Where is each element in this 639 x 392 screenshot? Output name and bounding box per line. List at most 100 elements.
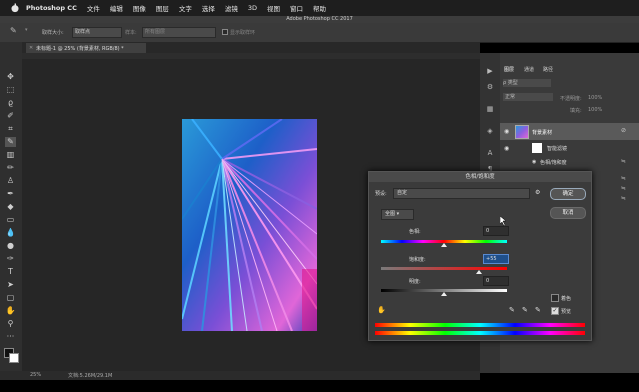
menu-file[interactable]: 文件 <box>87 3 100 13</box>
filter-options-icon[interactable]: ≒ <box>621 185 626 192</box>
crop-tool-icon[interactable]: ⌗ <box>5 124 16 134</box>
hue-label: 色相: <box>409 229 421 235</box>
ok-button[interactable]: 确定 <box>550 188 586 200</box>
tab-paths[interactable]: 路径 <box>543 66 553 73</box>
more-tools-icon[interactable]: ··· <box>5 332 16 342</box>
sample-size-label: 取样大小: <box>42 30 64 36</box>
filter-options-icon[interactable]: ≒ <box>621 158 626 165</box>
hue-input[interactable]: 0 <box>483 226 509 236</box>
document-tab-label: 未标题-1 @ 25% (背景素材, RGB/8) * <box>36 46 124 52</box>
colorize-label: 着色 <box>561 296 572 302</box>
status-bar: 25% 文档:5.26M/29.1M <box>0 371 480 380</box>
character-icon[interactable]: A <box>485 149 495 158</box>
stamp-tool-icon[interactable]: ♙ <box>5 176 16 186</box>
layer-name[interactable]: 智能滤镜 <box>547 145 567 152</box>
saturation-slider-thumb[interactable] <box>476 270 483 274</box>
layer-thumbnail <box>515 125 529 139</box>
eraser-tool-icon[interactable]: ◆ <box>5 202 16 212</box>
menu-edit[interactable]: 编辑 <box>110 3 123 13</box>
hue-slider-thumb[interactable] <box>441 243 447 247</box>
saturation-slider-track[interactable] <box>381 267 507 270</box>
eyedropper-icon[interactable]: ✎ <box>509 306 515 314</box>
visibility-eye-icon[interactable]: ◉ <box>504 128 509 135</box>
3d-icon[interactable]: ◈ <box>485 127 495 136</box>
cancel-button[interactable]: 取消 <box>550 207 586 219</box>
apple-icon[interactable] <box>10 3 20 13</box>
eyedropper-add-icon[interactable]: ✎ <box>522 306 528 314</box>
opacity-value[interactable]: 100% <box>588 95 602 101</box>
targeted-adjustment-hand-icon[interactable]: ✋ <box>377 306 386 314</box>
shape-tool-icon[interactable]: ▢ <box>5 293 16 303</box>
eyedropper-icon[interactable]: ✎ <box>10 26 17 35</box>
sample-size-select[interactable]: 取样点 <box>72 27 122 38</box>
saturation-input[interactable]: +55 <box>483 254 509 264</box>
options-bar: ✎ ▾ 取样大小: 取样点 样本: 所有图层 显示取样环 <box>0 23 639 43</box>
pen-tool-icon[interactable]: ✑ <box>5 254 16 264</box>
menu-select[interactable]: 选择 <box>202 3 215 13</box>
menu-image[interactable]: 图像 <box>133 3 146 13</box>
eyedropper-tool-icon[interactable]: ✎ <box>5 137 16 147</box>
lasso-tool-icon[interactable]: ϱ <box>5 98 16 108</box>
tool-preset-dropdown-icon[interactable]: ▾ <box>25 27 28 33</box>
adjust-icon[interactable]: ▦ <box>485 105 495 114</box>
fill-label: 填充: <box>570 108 582 114</box>
blur-tool-icon[interactable]: 💧 <box>5 228 16 238</box>
filter-options-icon[interactable]: ≒ <box>621 175 626 182</box>
brush-tool-icon[interactable]: ✏ <box>5 163 16 173</box>
show-ring-checkbox[interactable] <box>222 29 228 35</box>
gradient-tool-icon[interactable]: ▭ <box>5 215 16 225</box>
smart-object-icon: ⊘ <box>621 127 627 134</box>
eyedropper-subtract-icon[interactable]: ✎ <box>535 306 541 314</box>
document-tab[interactable]: ✕ 未标题-1 @ 25% (背景素材, RGB/8) * <box>26 43 146 53</box>
properties-icon[interactable]: ⚙ <box>485 83 495 92</box>
close-icon[interactable]: ✕ <box>29 45 33 51</box>
type-tool-icon[interactable]: T <box>5 267 16 277</box>
preset-select[interactable]: 自定 <box>393 188 530 199</box>
lightness-input[interactable]: 0 <box>483 276 509 286</box>
move-tool-icon[interactable]: ✥ <box>5 72 16 82</box>
menu-view[interactable]: 视图 <box>267 3 280 13</box>
menu-window[interactable]: 窗口 <box>290 3 303 13</box>
filter-options-icon[interactable]: ≒ <box>621 195 626 202</box>
menu-help[interactable]: 帮助 <box>313 3 326 13</box>
preset-options-icon[interactable]: ⚙ <box>535 189 540 196</box>
marquee-tool-icon[interactable]: ⬚ <box>5 85 16 95</box>
menu-filter[interactable]: 滤镜 <box>225 3 238 13</box>
fill-value[interactable]: 100% <box>588 107 602 113</box>
layer-name[interactable]: 背景素材 <box>532 129 552 136</box>
healing-tool-icon[interactable]: ▥ <box>5 150 16 160</box>
artwork-image[interactable] <box>182 119 317 331</box>
zoom-level[interactable]: 25% <box>30 372 41 378</box>
visibility-eye-icon[interactable]: ◉ <box>504 145 509 152</box>
layer-filter-select[interactable]: ρ 类型 <box>503 79 551 87</box>
menu-3d[interactable]: 3D <box>248 4 257 12</box>
history-brush-tool-icon[interactable]: ✒ <box>5 189 16 199</box>
hand-tool-icon[interactable]: ✋ <box>5 306 16 316</box>
document-size: 文档:5.26M/29.1M <box>68 373 113 379</box>
layer-row-smart-filter[interactable]: ◉ 智能滤镜 <box>500 141 639 155</box>
path-select-tool-icon[interactable]: ➤ <box>5 280 16 290</box>
show-ring-label: 显示取样环 <box>230 30 256 36</box>
tab-channels[interactable]: 通道 <box>524 66 534 73</box>
quick-select-tool-icon[interactable]: ✐ <box>5 111 16 121</box>
preview-checkbox[interactable]: ✓ <box>551 307 559 315</box>
menu-type[interactable]: 文字 <box>179 3 192 13</box>
dodge-tool-icon[interactable]: ● <box>5 241 16 251</box>
lightness-slider-thumb[interactable] <box>441 292 447 296</box>
visibility-eye-icon[interactable]: ◉ <box>532 159 536 165</box>
sample-select[interactable]: 所有图层 <box>142 27 216 38</box>
layer-name[interactable]: 色相/饱和度 <box>540 159 567 166</box>
preview-label: 预览 <box>561 309 572 315</box>
output-color-bar <box>375 331 585 335</box>
background-color-swatch[interactable] <box>9 353 19 363</box>
colorize-checkbox[interactable] <box>551 294 559 302</box>
menu-app[interactable]: Photoshop CC <box>26 4 77 12</box>
menu-layer[interactable]: 图层 <box>156 3 169 13</box>
history-icon[interactable]: ▶ <box>485 67 495 76</box>
channel-select[interactable]: 全图 ▾ <box>381 209 414 220</box>
zoom-tool-icon[interactable]: ⚲ <box>5 319 16 329</box>
blend-mode-select[interactable]: 正常 <box>503 93 553 101</box>
tab-layers[interactable]: 图层 <box>504 66 514 73</box>
layer-row-hue-saturation[interactable]: ◉ 色相/饱和度 ≒ <box>500 157 639 167</box>
layer-row-background-asset[interactable]: ◉ 背景素材 ⊘ <box>500 123 639 140</box>
